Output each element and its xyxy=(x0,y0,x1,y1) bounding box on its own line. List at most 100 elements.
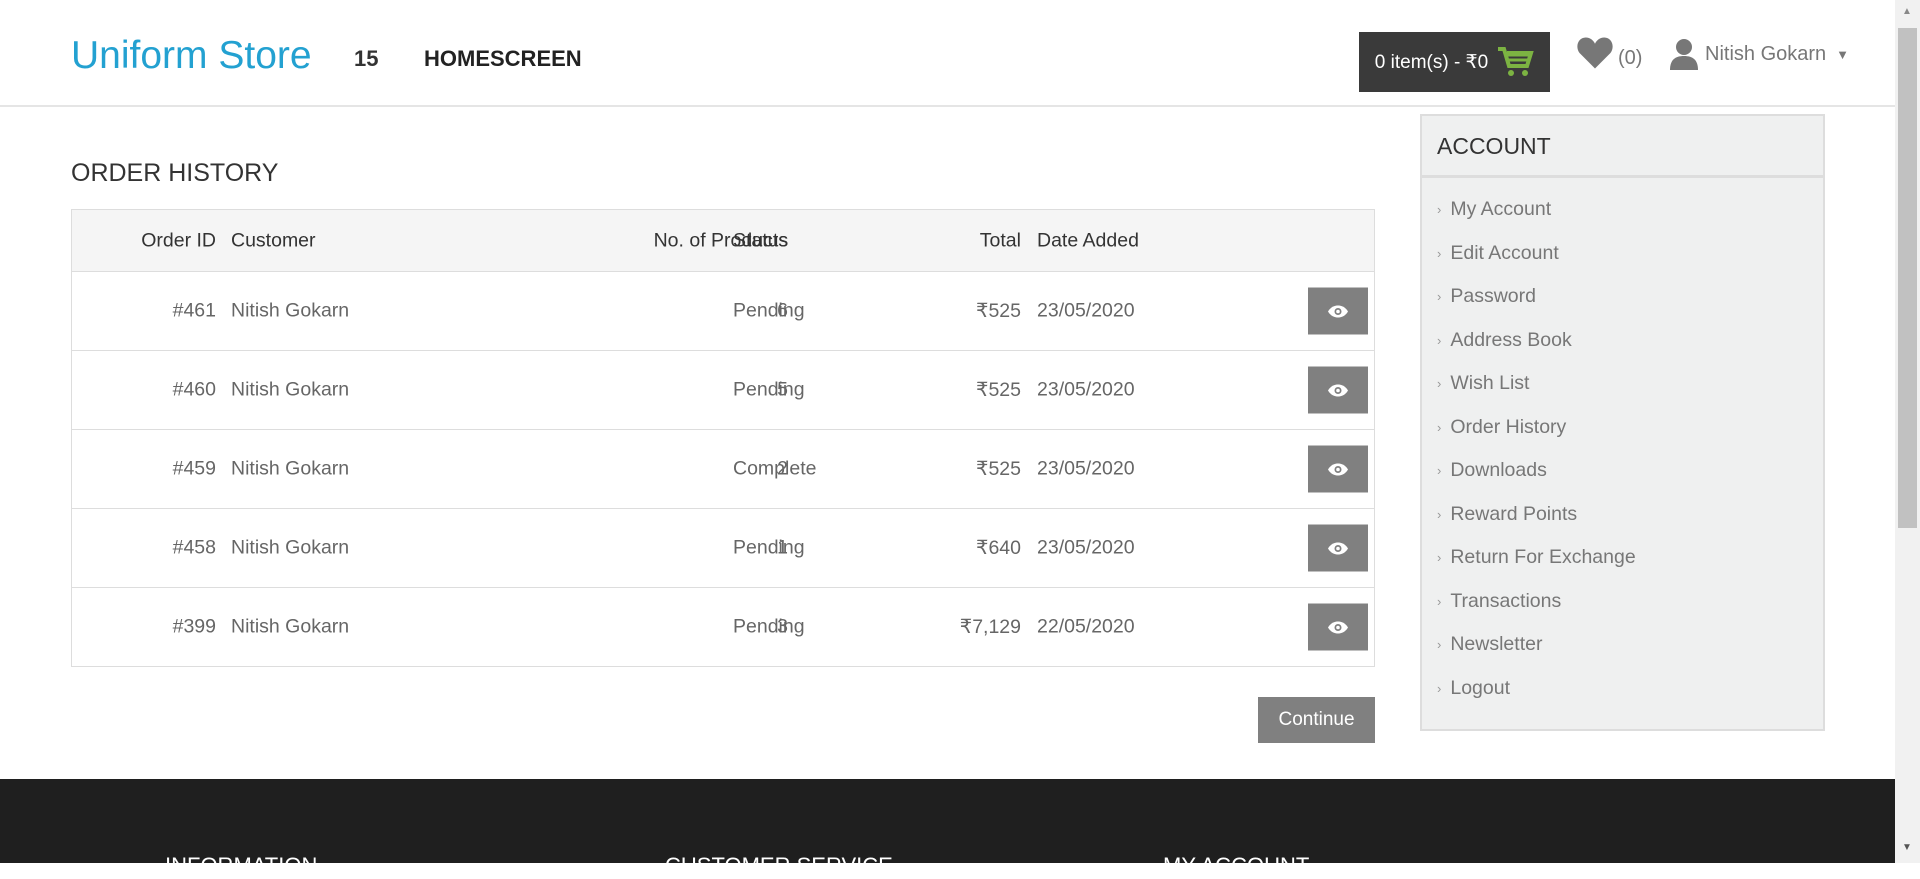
cell-order-id: #460 xyxy=(172,378,216,401)
table-row: #461 Nitish Gokarn 6 Pending ₹525 23/05/2020 xyxy=(72,271,1374,350)
chevron-right-icon: › xyxy=(1437,419,1442,435)
cell-status: Pending xyxy=(733,615,805,638)
footer-heading-customer-service: CUSTOMER SERVICE xyxy=(665,853,893,878)
account-link-label: Return For Exchange xyxy=(1450,546,1636,569)
cell-date: 23/05/2020 xyxy=(1037,536,1135,559)
cart-icon xyxy=(1498,47,1534,76)
account-link-label: My Account xyxy=(1450,198,1552,221)
view-order-button[interactable] xyxy=(1308,445,1368,493)
account-link[interactable]: › Order History xyxy=(1422,406,1823,450)
table-row: #460 Nitish Gokarn 5 Pending ₹525 23/05/2020 xyxy=(72,350,1374,429)
chevron-right-icon: › xyxy=(1437,376,1442,392)
account-link[interactable]: › Newsletter xyxy=(1422,623,1823,667)
cell-total: ₹640 xyxy=(976,537,1021,559)
account-title: ACCOUNT xyxy=(1422,116,1823,178)
order-table: Order ID Customer No. of Products Status… xyxy=(71,209,1375,667)
store-logo[interactable]: Uniform Store xyxy=(71,34,312,78)
eye-icon xyxy=(1328,542,1348,554)
view-order-button[interactable] xyxy=(1308,524,1368,572)
eye-icon xyxy=(1328,621,1348,633)
account-link-label: Newsletter xyxy=(1450,633,1543,656)
account-link[interactable]: › Password xyxy=(1422,275,1823,319)
table-row: #399 Nitish Gokarn 3 Pending ₹7,129 22/05/202… xyxy=(72,587,1374,666)
col-order-id: Order ID xyxy=(141,229,216,251)
cart-button[interactable]: 0 item(s) - ₹0 xyxy=(1359,32,1550,92)
col-status: Status xyxy=(733,229,789,251)
view-order-button[interactable] xyxy=(1308,287,1368,335)
cell-total: ₹7,129 xyxy=(959,616,1021,638)
cell-status: Pending xyxy=(733,378,805,401)
wishlist-link[interactable]: (0) xyxy=(1576,36,1642,70)
nav-homescreen[interactable]: HOMESCREEN xyxy=(424,46,582,72)
account-link[interactable]: › Edit Account xyxy=(1422,232,1823,276)
cell-customer: Nitish Gokarn xyxy=(231,615,350,638)
account-link[interactable]: › Wish List xyxy=(1422,362,1823,406)
account-link-label: Logout xyxy=(1450,676,1510,699)
heart-icon xyxy=(1577,37,1613,69)
footer-heading-my-account: MY ACCOUNT xyxy=(1163,853,1310,878)
view-order-button[interactable] xyxy=(1308,366,1368,414)
cell-date: 23/05/2020 xyxy=(1037,378,1135,401)
account-link[interactable]: › Transactions xyxy=(1422,580,1823,624)
footer-heading-information: INFORMATION xyxy=(165,853,318,878)
account-link[interactable]: › My Account xyxy=(1422,188,1823,232)
chevron-right-icon: › xyxy=(1437,289,1442,305)
account-link-label: Edit Account xyxy=(1450,241,1559,264)
col-customer: Customer xyxy=(231,229,316,251)
account-link[interactable]: › Address Book xyxy=(1422,319,1823,363)
chevron-right-icon: › xyxy=(1437,550,1442,566)
account-link[interactable]: › Logout xyxy=(1422,667,1823,711)
eye-icon xyxy=(1328,463,1348,475)
cell-customer: Nitish Gokarn xyxy=(231,299,350,322)
chevron-right-icon: › xyxy=(1437,332,1442,348)
wishlist-count: (0) xyxy=(1618,46,1643,69)
eye-icon xyxy=(1328,384,1348,396)
chevron-right-icon: › xyxy=(1437,506,1442,522)
col-total: Total xyxy=(979,229,1021,251)
chevron-right-icon: › xyxy=(1437,680,1442,696)
cell-order-id: #399 xyxy=(172,615,216,638)
cell-order-id: #461 xyxy=(172,299,216,322)
user-name: Nitish Gokarn xyxy=(1705,42,1827,65)
page-title: ORDER HISTORY xyxy=(71,159,279,187)
chevron-right-icon: › xyxy=(1437,245,1442,261)
cell-status: Pending xyxy=(733,536,805,559)
cart-label: 0 item(s) - ₹0 xyxy=(1374,51,1489,73)
cell-date: 23/05/2020 xyxy=(1037,299,1135,322)
cell-customer: Nitish Gokarn xyxy=(231,378,350,401)
account-link[interactable]: › Downloads xyxy=(1422,449,1823,493)
view-order-button[interactable] xyxy=(1308,603,1368,651)
continue-button[interactable]: Continue xyxy=(1258,697,1375,743)
cell-status: Pending xyxy=(733,299,805,322)
scrollbar-thumb[interactable] xyxy=(1898,28,1917,528)
header: Uniform Store 15 HOMESCREEN 0 item(s) - … xyxy=(0,0,1895,107)
table-header: Order ID Customer No. of Products Status… xyxy=(72,210,1374,271)
account-link-label: Wish List xyxy=(1450,372,1530,395)
caret-down-icon: ▼ xyxy=(1836,46,1850,62)
cell-total: ₹525 xyxy=(976,379,1021,401)
user-menu[interactable]: Nitish Gokarn ▼ xyxy=(1669,38,1849,70)
cell-order-id: #458 xyxy=(172,536,216,559)
chevron-right-icon: › xyxy=(1437,202,1442,218)
eye-icon xyxy=(1328,305,1348,317)
scroll-down-icon[interactable]: ▼ xyxy=(1902,842,1912,853)
user-icon xyxy=(1670,39,1698,70)
account-link-label: Downloads xyxy=(1450,459,1547,482)
chevron-right-icon: › xyxy=(1437,463,1442,479)
account-link-label: Order History xyxy=(1450,415,1567,438)
chevron-right-icon: › xyxy=(1437,593,1442,609)
cell-date: 22/05/2020 xyxy=(1037,615,1135,638)
chevron-right-icon: › xyxy=(1437,637,1442,653)
nav-number[interactable]: 15 xyxy=(354,46,378,72)
table-row: #458 Nitish Gokarn 1 Pending ₹640 23/05/2020 xyxy=(72,508,1374,587)
cell-status: Complete xyxy=(733,457,817,480)
scroll-up-icon[interactable]: ▲ xyxy=(1902,6,1912,17)
account-link-label: Reward Points xyxy=(1450,502,1578,525)
account-link[interactable]: › Reward Points xyxy=(1422,493,1823,537)
account-link-label: Password xyxy=(1450,285,1536,308)
account-sidebar: ACCOUNT › My Account › Edit Account › Passwor… xyxy=(1420,114,1825,731)
footer: INFORMATION CUSTOMER SERVICE MY ACCOUNT xyxy=(0,779,1895,878)
cell-order-id: #459 xyxy=(172,457,216,480)
table-row: #459 Nitish Gokarn 2 Complete ₹525 23/05/2020 xyxy=(72,429,1374,508)
account-link[interactable]: › Return For Exchange xyxy=(1422,536,1823,580)
